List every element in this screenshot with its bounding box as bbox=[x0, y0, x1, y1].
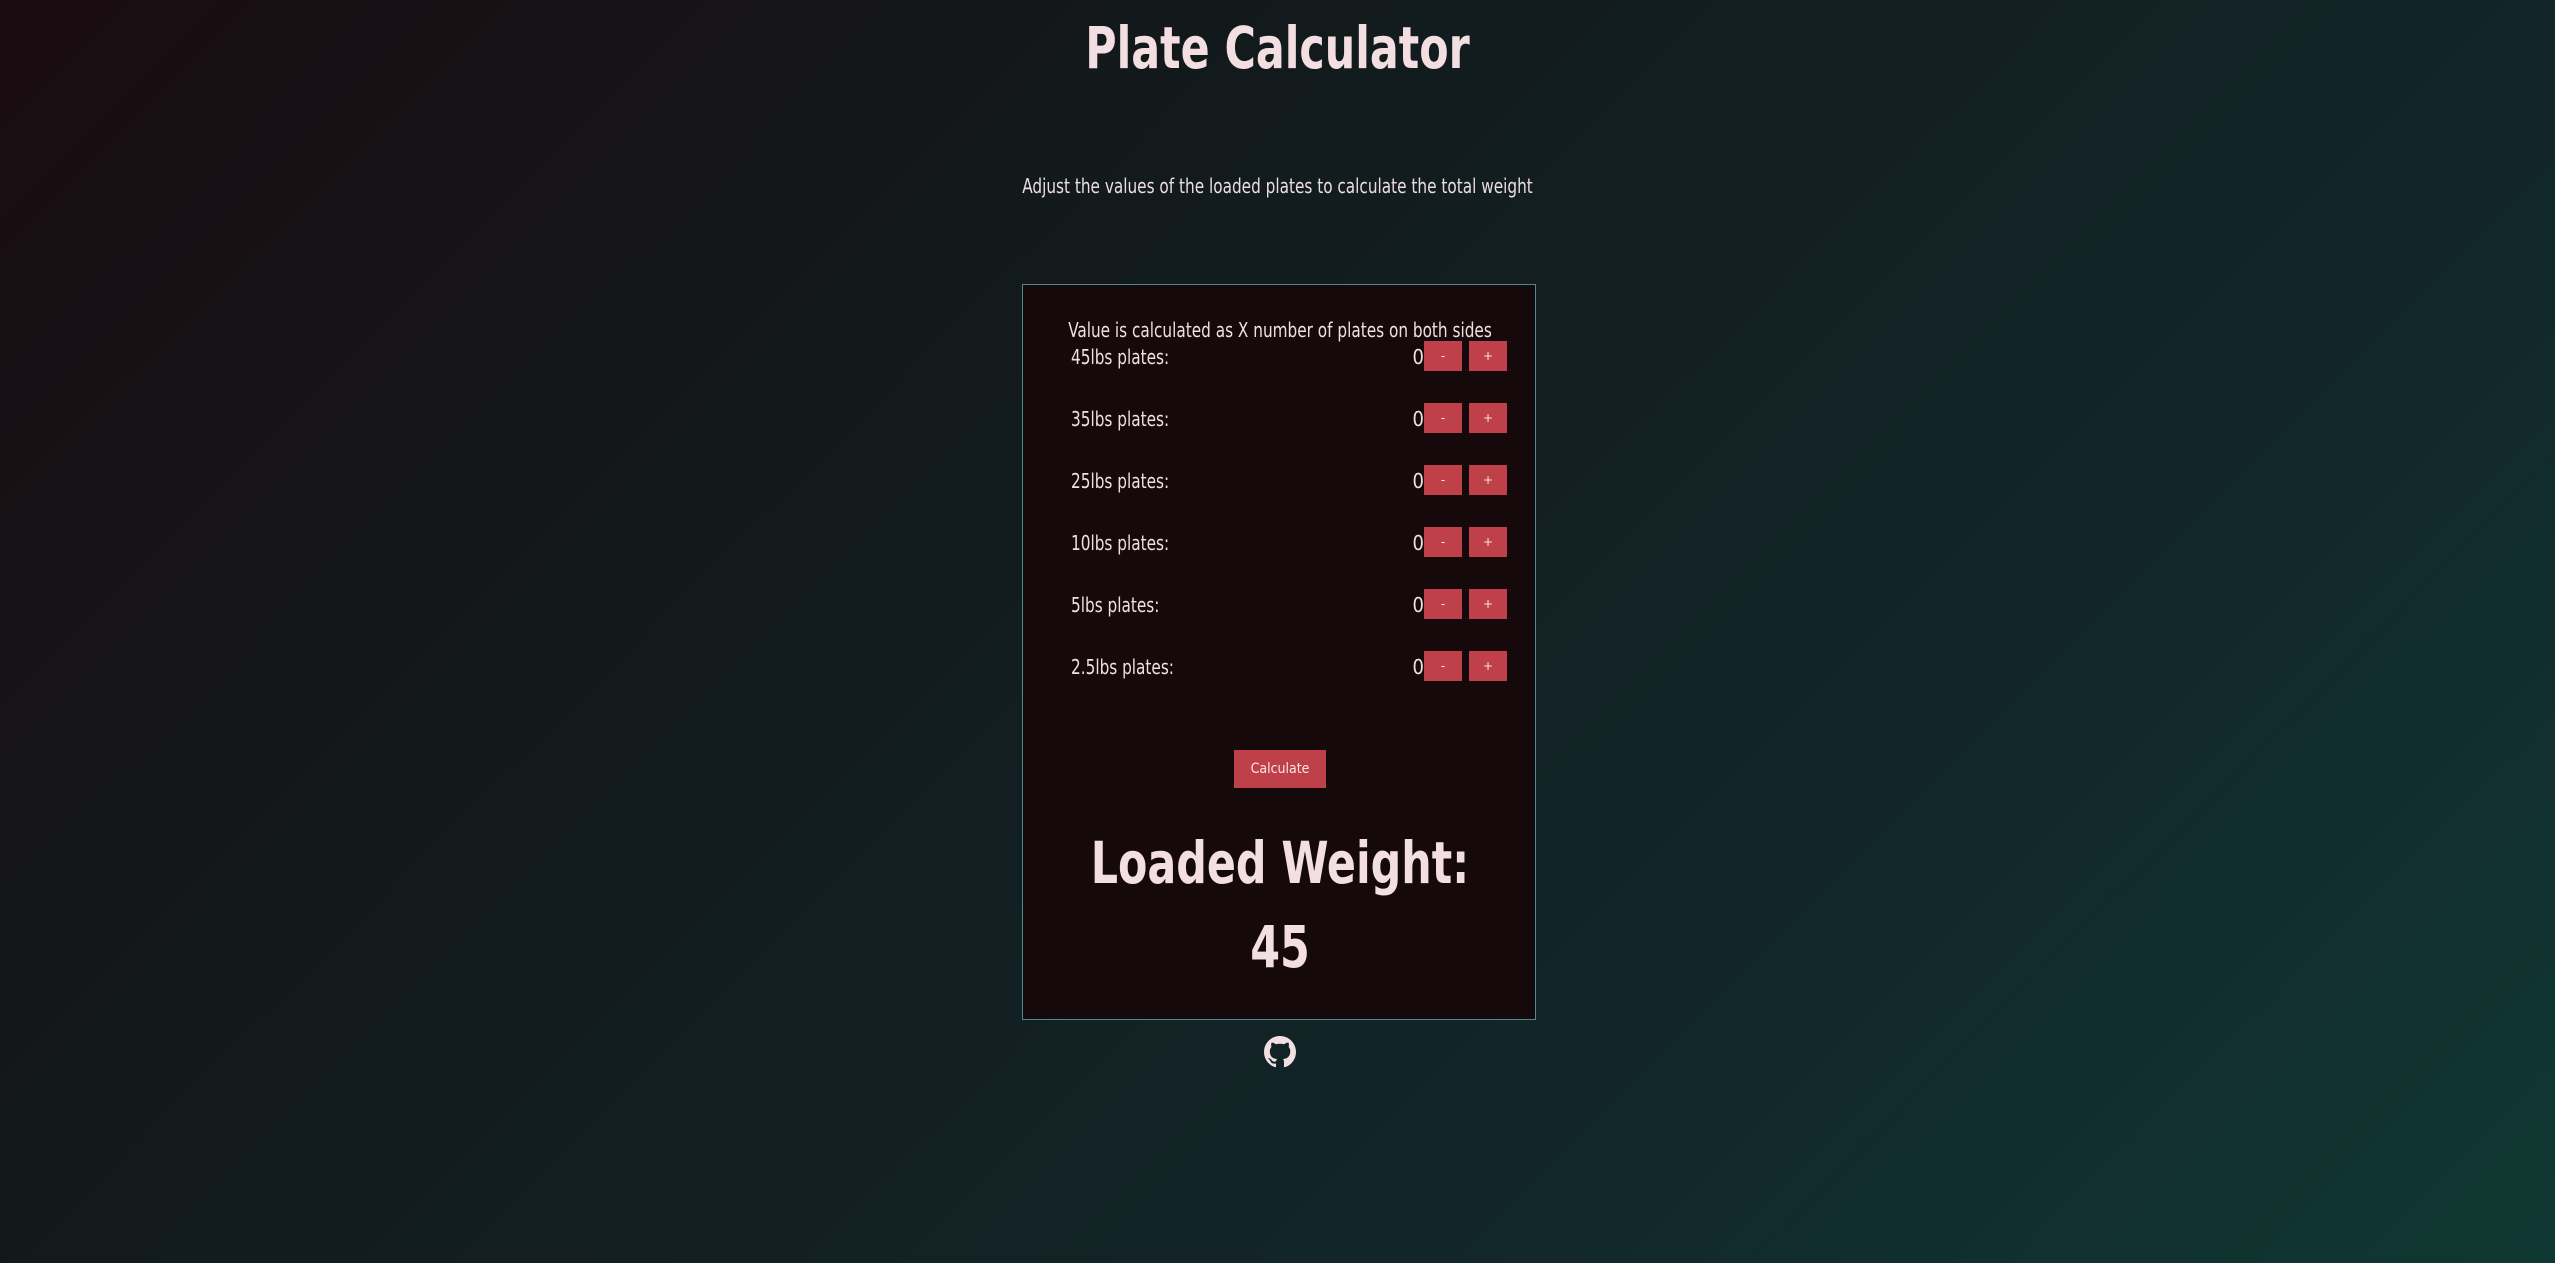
calculate-button[interactable]: Calculate bbox=[1234, 750, 1326, 788]
decrement-25-button[interactable]: - bbox=[1424, 465, 1462, 495]
increment-45-button[interactable]: + bbox=[1469, 341, 1507, 371]
plate-count: 0 bbox=[1412, 593, 1424, 617]
plate-count: 0 bbox=[1412, 469, 1424, 493]
plate-count: 0 bbox=[1412, 655, 1424, 679]
calculator-card: Value is calculated as X number of plate… bbox=[1022, 284, 1536, 1020]
loaded-weight-value: 45 bbox=[1250, 913, 1310, 981]
loaded-weight-label: Loaded Weight: bbox=[1090, 829, 1470, 897]
increment-2-5-button[interactable]: + bbox=[1469, 651, 1507, 681]
increment-5-button[interactable]: + bbox=[1469, 589, 1507, 619]
decrement-45-button[interactable]: - bbox=[1424, 341, 1462, 371]
page-subtitle: Adjust the values of the loaded plates t… bbox=[1022, 174, 1533, 198]
plate-row-25: 25lbs plates: 0 - + bbox=[1071, 465, 1507, 495]
plate-row-45: 45lbs plates: 0 - + bbox=[1071, 341, 1507, 371]
plate-label: 45lbs plates: bbox=[1071, 345, 1170, 369]
plate-row-5: 5lbs plates: 0 - + bbox=[1071, 589, 1507, 619]
plate-label: 25lbs plates: bbox=[1071, 469, 1170, 493]
calculation-note: Value is calculated as X number of plate… bbox=[1068, 318, 1492, 342]
page-title: Plate Calculator bbox=[1085, 14, 1470, 82]
github-icon bbox=[1264, 1036, 1296, 1068]
plate-count: 0 bbox=[1412, 531, 1424, 555]
plate-row-2-5: 2.5lbs plates: 0 - + bbox=[1071, 651, 1507, 681]
github-link[interactable] bbox=[1264, 1036, 1296, 1068]
increment-10-button[interactable]: + bbox=[1469, 527, 1507, 557]
plate-count: 0 bbox=[1412, 345, 1424, 369]
decrement-5-button[interactable]: - bbox=[1424, 589, 1462, 619]
plate-label: 35lbs plates: bbox=[1071, 407, 1170, 431]
plate-row-10: 10lbs plates: 0 - + bbox=[1071, 527, 1507, 557]
decrement-2-5-button[interactable]: - bbox=[1424, 651, 1462, 681]
plate-label: 2.5lbs plates: bbox=[1071, 655, 1174, 679]
plate-label: 5lbs plates: bbox=[1071, 593, 1160, 617]
decrement-10-button[interactable]: - bbox=[1424, 527, 1462, 557]
plate-row-35: 35lbs plates: 0 - + bbox=[1071, 403, 1507, 433]
increment-25-button[interactable]: + bbox=[1469, 465, 1507, 495]
decrement-35-button[interactable]: - bbox=[1424, 403, 1462, 433]
plate-label: 10lbs plates: bbox=[1071, 531, 1170, 555]
increment-35-button[interactable]: + bbox=[1469, 403, 1507, 433]
plate-count: 0 bbox=[1412, 407, 1424, 431]
